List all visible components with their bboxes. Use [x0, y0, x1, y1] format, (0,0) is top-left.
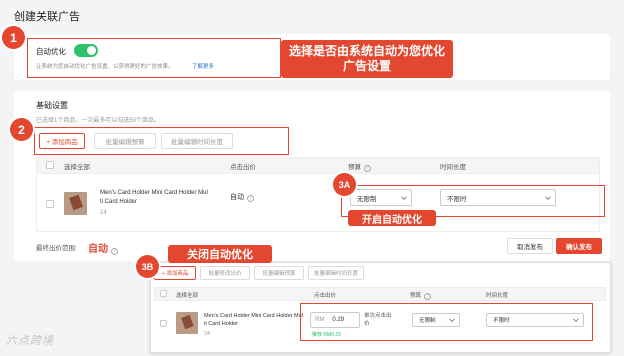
product-name-line2: ti Card Holder — [204, 321, 238, 327]
budget-header-label: 预算 — [348, 164, 361, 171]
product-name-line1: Men's Card Holder Mini Card Holder Mul — [204, 313, 303, 319]
product-name: Men's Card Holder Mini Card Holder Mul t… — [204, 312, 304, 328]
duration-header: 时间长度 — [486, 293, 509, 299]
batch-duration-button[interactable]: 批量编辑时间长度 — [308, 266, 364, 280]
product-name: Men's Card Holder Mini Card Holder Mul t… — [100, 189, 228, 207]
bid-header-label: 点击出价 — [230, 164, 256, 171]
annotation-box-manual-row — [300, 303, 593, 341]
step-badge-2: 2 — [10, 118, 33, 141]
select-all-header: 选择全部 — [176, 293, 199, 299]
add-product-button[interactable]: + 添加商品 — [154, 266, 196, 280]
annotation-box-auto-optimize — [27, 38, 281, 78]
bid-header: 点击出价 — [230, 161, 256, 171]
select-all-checkbox[interactable] — [46, 161, 54, 169]
step-badge-3a: 3A — [333, 173, 356, 196]
bid-value-text: 自动 — [230, 194, 244, 201]
final-bid-range-text: 自动 — [88, 244, 108, 255]
budget-header-label: 预算 — [410, 293, 422, 299]
product-thumbnail — [176, 312, 198, 334]
step-badge-1: 1 — [2, 26, 25, 49]
callout-auto-optimize: 选择是否由系统自动为您优化 广告设置 — [281, 40, 453, 78]
basic-settings-title: 基础设置 — [36, 101, 68, 110]
help-icon[interactable]: ? — [364, 164, 371, 172]
cancel-publish-button[interactable]: 取消发布 — [507, 238, 553, 254]
duration-header: 时间长度 — [440, 164, 466, 171]
batch-budget-button[interactable]: 批量编辑预算 — [254, 266, 304, 280]
bid-value: 自动? — [230, 192, 254, 202]
product-name-line1: Men's Card Holder Mini Card Holder Mul — [100, 190, 208, 196]
row-checkbox[interactable] — [160, 320, 167, 327]
help-icon[interactable]: ? — [247, 194, 254, 202]
select-all-header: 选择全部 — [64, 164, 90, 171]
annotation-box-buttons — [34, 127, 289, 155]
callout-auto-optimize-line1: 选择是否由系统自动为您优化 — [288, 44, 445, 58]
callout-disable-auto: 关闭自动优化 — [168, 245, 272, 263]
table-header — [36, 157, 600, 174]
product-id: 24 — [100, 210, 107, 216]
step-badge-3b: 3B — [136, 255, 159, 278]
callout-enable-auto: 开启自动优化 — [348, 210, 436, 226]
help-icon[interactable]: ? — [111, 247, 118, 255]
select-all-checkbox[interactable] — [160, 290, 167, 297]
product-thumbnail — [64, 192, 87, 215]
product-name-line2: ti Card Holder — [100, 199, 138, 205]
budget-header: 预算? — [410, 291, 432, 300]
watermark: 六点跨境 — [6, 335, 54, 347]
basic-settings-desc: 已选择1个商品，一次最多可以勾选50个商品。 — [36, 118, 161, 124]
row-checkbox[interactable] — [46, 200, 54, 208]
help-icon[interactable]: ? — [424, 292, 432, 300]
page-title: 创建关联广告 — [14, 11, 80, 23]
final-bid-range-label: 最终出价范围: — [36, 245, 77, 252]
budget-header: 预算? — [348, 161, 371, 172]
bid-header: 点击出价 — [314, 293, 337, 299]
final-bid-range-value: 自动? — [88, 240, 118, 255]
callout-auto-optimize-line2: 广告设置 — [342, 59, 391, 73]
confirm-publish-button[interactable]: 确认发布 — [556, 238, 602, 254]
table-header — [154, 287, 606, 301]
product-id: 24 — [204, 331, 211, 337]
batch-bid-button[interactable]: 批量修改出价 — [200, 266, 250, 280]
